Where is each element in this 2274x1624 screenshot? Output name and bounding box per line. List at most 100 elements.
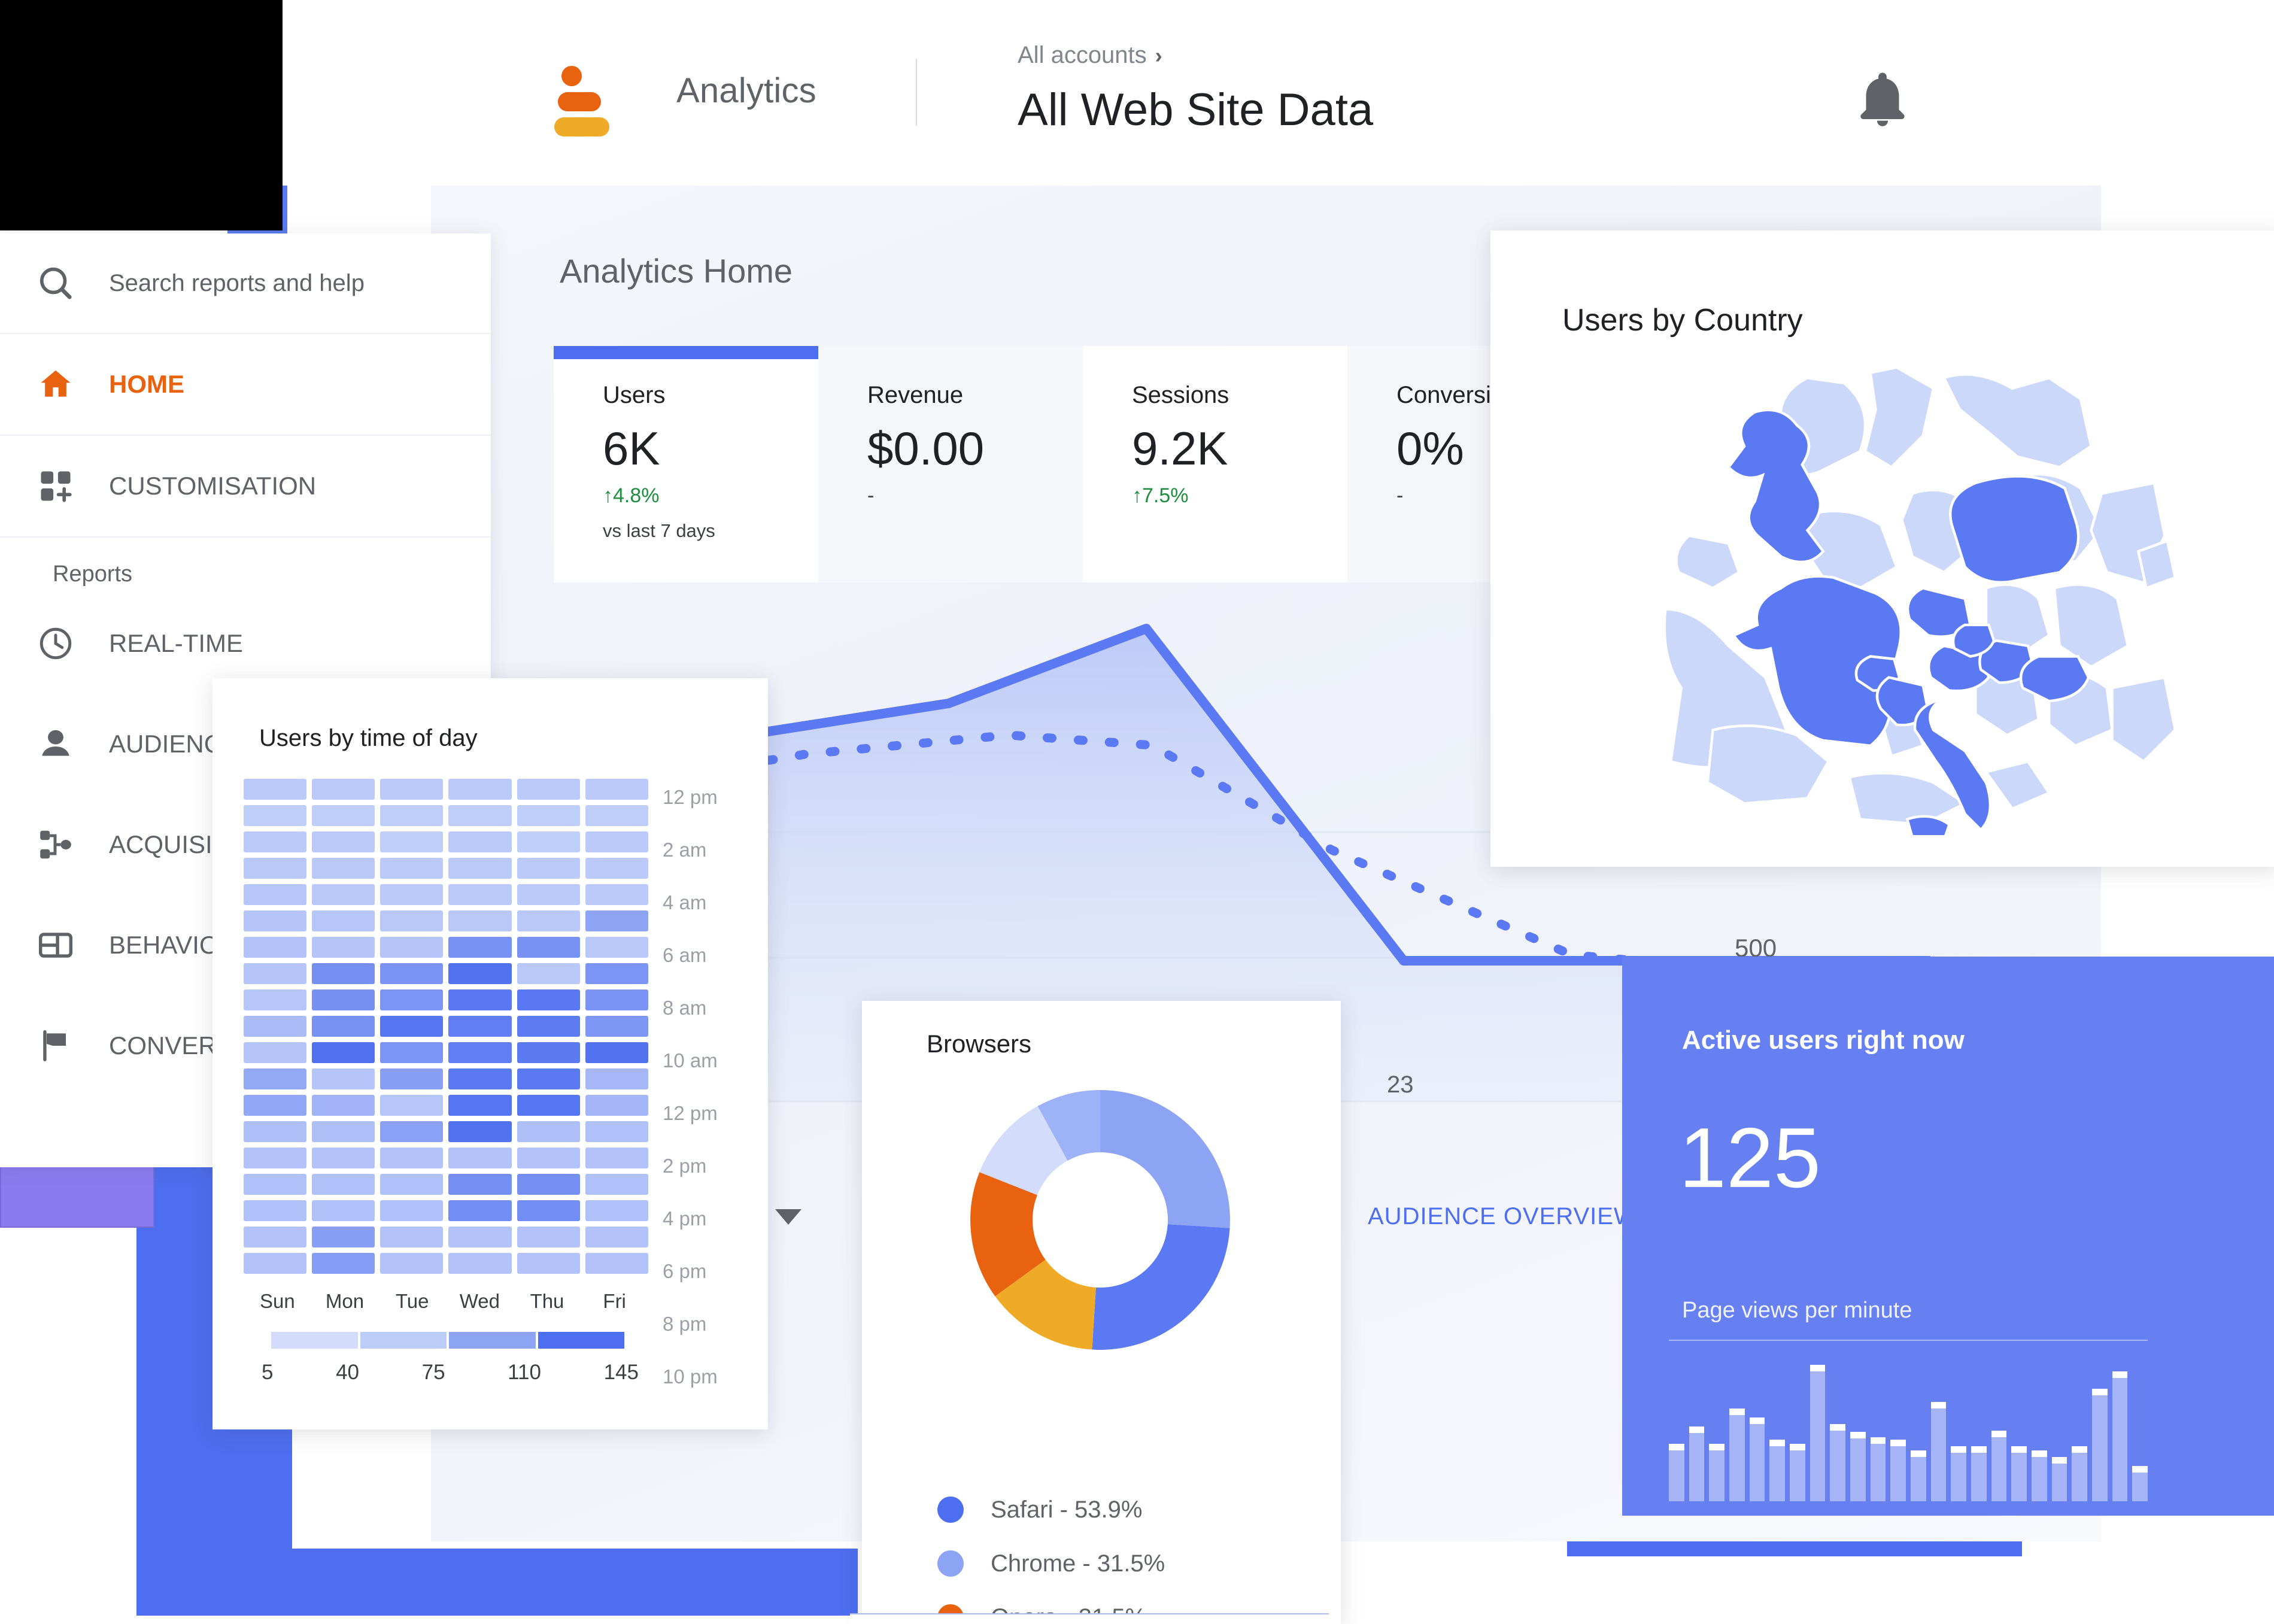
- heatmap-cell[interactable]: [585, 779, 648, 800]
- heatmap-cell[interactable]: [517, 937, 580, 958]
- heatmap-cell[interactable]: [585, 1042, 648, 1063]
- heatmap-cell[interactable]: [244, 1174, 307, 1195]
- heatmap-cell[interactable]: [244, 884, 307, 905]
- heatmap-cell[interactable]: [312, 858, 375, 879]
- heatmap-cell[interactable]: [380, 1068, 444, 1089]
- heatmap-cell[interactable]: [312, 1121, 375, 1142]
- heatmap-cell[interactable]: [244, 1095, 307, 1116]
- heatmap-cell[interactable]: [517, 910, 580, 931]
- heatmap-cell[interactable]: [312, 884, 375, 905]
- heatmap-cell[interactable]: [312, 910, 375, 931]
- heatmap-cell[interactable]: [380, 910, 444, 931]
- sidebar-item-customisation[interactable]: CUSTOMISATION: [0, 436, 491, 538]
- heatmap-cell[interactable]: [244, 963, 307, 984]
- heatmap-cell[interactable]: [312, 1016, 375, 1037]
- heatmap-cell[interactable]: [517, 1253, 580, 1274]
- heatmap-cell[interactable]: [448, 858, 512, 879]
- heatmap-cell[interactable]: [448, 831, 512, 852]
- heatmap-cell[interactable]: [448, 1200, 512, 1221]
- heatmap-cell[interactable]: [517, 884, 580, 905]
- heatmap-cell[interactable]: [585, 1200, 648, 1221]
- heatmap-cell[interactable]: [585, 1148, 648, 1168]
- heatmap-cell[interactable]: [312, 1042, 375, 1063]
- heatmap-cell[interactable]: [448, 1253, 512, 1274]
- heatmap-cell[interactable]: [517, 831, 580, 852]
- heatmap-cell[interactable]: [448, 1095, 512, 1116]
- metric-card-sessions[interactable]: Sessions 9.2K ↑7.5%: [1083, 346, 1347, 582]
- heatmap-cell[interactable]: [380, 1253, 444, 1274]
- heatmap-cell[interactable]: [244, 989, 307, 1010]
- heatmap-cell[interactable]: [585, 831, 648, 852]
- heatmap-cell[interactable]: [585, 1095, 648, 1116]
- heatmap-cell[interactable]: [380, 884, 444, 905]
- heatmap-cell[interactable]: [585, 963, 648, 984]
- search-row[interactable]: [0, 233, 491, 334]
- heatmap-cell[interactable]: [448, 1121, 512, 1142]
- heatmap-cell[interactable]: [517, 1042, 580, 1063]
- heatmap-cell[interactable]: [517, 963, 580, 984]
- heatmap-cell[interactable]: [312, 989, 375, 1010]
- heatmap-cell[interactable]: [244, 1016, 307, 1037]
- chevron-down-icon[interactable]: [775, 1209, 801, 1225]
- heatmap-cell[interactable]: [312, 963, 375, 984]
- heatmap-cell[interactable]: [380, 1121, 444, 1142]
- heatmap-cell[interactable]: [380, 858, 444, 879]
- breadcrumb[interactable]: All accounts ›: [1018, 42, 1162, 69]
- heatmap-cell[interactable]: [312, 1148, 375, 1168]
- heatmap-cell[interactable]: [585, 1016, 648, 1037]
- heatmap-cell[interactable]: [585, 805, 648, 826]
- heatmap-cell[interactable]: [448, 1016, 512, 1037]
- heatmap-cell[interactable]: [585, 884, 648, 905]
- heatmap-cell[interactable]: [448, 884, 512, 905]
- heatmap-cell[interactable]: [448, 1042, 512, 1063]
- bell-icon[interactable]: [1850, 66, 1915, 132]
- heatmap-cell[interactable]: [380, 1148, 444, 1168]
- heatmap-cell[interactable]: [448, 989, 512, 1010]
- heatmap-cell[interactable]: [380, 989, 444, 1010]
- sidebar-item-home[interactable]: HOME: [0, 334, 491, 436]
- heatmap-cell[interactable]: [380, 1200, 444, 1221]
- heatmap-cell[interactable]: [312, 1227, 375, 1247]
- heatmap-cell[interactable]: [244, 1148, 307, 1168]
- heatmap-cell[interactable]: [517, 1200, 580, 1221]
- heatmap-cell[interactable]: [517, 1016, 580, 1037]
- search-input[interactable]: [109, 269, 432, 297]
- heatmap-cell[interactable]: [312, 1253, 375, 1274]
- heatmap-cell[interactable]: [517, 1068, 580, 1089]
- heatmap-cell[interactable]: [448, 779, 512, 800]
- heatmap-cell[interactable]: [448, 910, 512, 931]
- donut-slice[interactable]: [1100, 1090, 1230, 1228]
- heatmap-cell[interactable]: [244, 910, 307, 931]
- heatmap-cell[interactable]: [244, 831, 307, 852]
- heatmap-cell[interactable]: [517, 1227, 580, 1247]
- heatmap-cell[interactable]: [380, 937, 444, 958]
- heatmap-cell[interactable]: [585, 1068, 648, 1089]
- heatmap-cell[interactable]: [244, 1253, 307, 1274]
- metric-card-revenue[interactable]: Revenue $0.00 -: [818, 346, 1083, 582]
- heatmap-cell[interactable]: [380, 1227, 444, 1247]
- heatmap-cell[interactable]: [517, 1174, 580, 1195]
- browsers-donut-chart[interactable]: [965, 1085, 1235, 1355]
- heatmap-cell[interactable]: [312, 1068, 375, 1089]
- heatmap-cell[interactable]: [380, 1042, 444, 1063]
- heatmap-cell[interactable]: [585, 1174, 648, 1195]
- heatmap-cell[interactable]: [517, 805, 580, 826]
- metric-card-users[interactable]: Users 6K ↑4.8% vs last 7 days: [554, 346, 818, 582]
- legend-item-chrome[interactable]: Chrome - 31.5%: [937, 1537, 1165, 1590]
- heatmap-cell[interactable]: [585, 937, 648, 958]
- heatmap-cell[interactable]: [244, 779, 307, 800]
- heatmap-cell[interactable]: [312, 1095, 375, 1116]
- heatmap-cell[interactable]: [448, 937, 512, 958]
- heatmap-cell[interactable]: [517, 989, 580, 1010]
- heatmap-cell[interactable]: [585, 910, 648, 931]
- heatmap-cell[interactable]: [448, 963, 512, 984]
- heatmap-cell[interactable]: [244, 805, 307, 826]
- legend-item-safari[interactable]: Safari - 53.9%: [937, 1483, 1165, 1537]
- heatmap-cell[interactable]: [312, 1174, 375, 1195]
- heatmap-cell[interactable]: [448, 805, 512, 826]
- heatmap-cell[interactable]: [585, 1227, 648, 1247]
- heatmap-cell[interactable]: [244, 1227, 307, 1247]
- heatmap-cell[interactable]: [517, 858, 580, 879]
- audience-overview-link[interactable]: AUDIENCE OVERVIEW: [1368, 1203, 1637, 1230]
- heatmap-cell[interactable]: [380, 831, 444, 852]
